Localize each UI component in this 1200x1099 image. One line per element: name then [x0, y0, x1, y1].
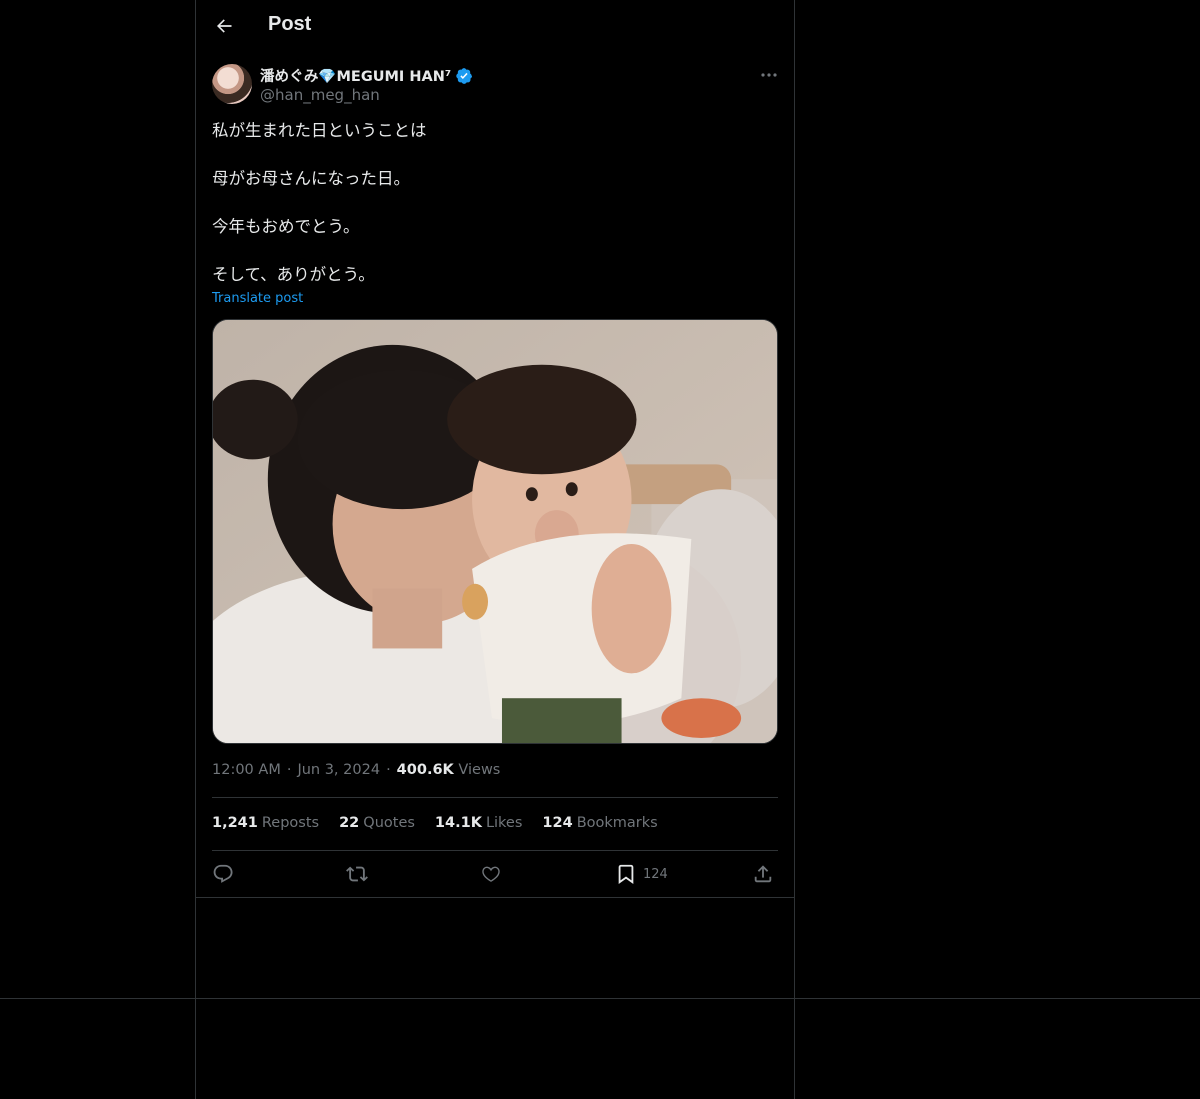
author-name-row[interactable]: 潘めぐみ💎MEGUMI HAN⁷: [260, 65, 473, 86]
author-handle[interactable]: @han_meg_han: [260, 86, 380, 104]
bookmark-icon: [618, 864, 634, 884]
tweet-line: 今年もおめでとう。: [212, 217, 360, 236]
quotes-label: Quotes: [363, 815, 415, 831]
photo-image: [213, 320, 777, 743]
tweet-line: 母がお母さんになった日。: [212, 169, 410, 188]
engagement-stats: 1,241 Reposts 22 Quotes 14.1K Likes 124 Book…: [212, 815, 658, 831]
tweet-time[interactable]: 12:00 AM: [212, 762, 281, 778]
more-dots-icon: [761, 73, 777, 77]
likes-count: 14.1K: [434, 815, 482, 831]
tweet-date[interactable]: Jun 3, 2024: [297, 762, 380, 778]
translate-post-link[interactable]: Translate post: [212, 291, 303, 306]
author-display-name: 潘めぐみ💎MEGUMI HAN⁷: [260, 69, 452, 85]
verified-badge-icon: [455, 67, 473, 85]
post-bottom-border: [196, 897, 794, 898]
post-header: Post: [196, 0, 794, 55]
tweet-photo[interactable]: [212, 319, 778, 744]
meta-separator: ·: [386, 762, 391, 778]
repost-button[interactable]: [346, 862, 368, 886]
reposts-label: Reposts: [261, 815, 320, 831]
share-icon: [754, 865, 772, 883]
views-label: Views: [458, 762, 501, 778]
arrow-left-icon: [217, 19, 232, 33]
reposts-count: 1,241: [212, 815, 258, 831]
divider: [212, 797, 778, 798]
avatar[interactable]: [212, 64, 252, 104]
back-button[interactable]: [210, 12, 238, 40]
bookmark-button[interactable]: 124: [615, 862, 668, 886]
bookmark-count: 124: [643, 866, 668, 882]
tweet-line: 私が生まれた日ということは: [212, 121, 427, 140]
quotes-stat[interactable]: 22 Quotes: [339, 815, 415, 831]
repost-icon: [346, 866, 368, 882]
action-bar: 124: [212, 862, 778, 886]
divider: [212, 850, 778, 851]
reply-icon: [213, 864, 233, 883]
bookmarks-count: 124: [542, 815, 573, 831]
heart-icon: [482, 866, 500, 882]
like-button[interactable]: [480, 862, 502, 886]
share-button[interactable]: [752, 862, 774, 886]
post-column: Post 潘めぐみ💎MEGUMI HAN⁷ @han_meg_han 私が生まれ…: [195, 0, 795, 1099]
tweet-text: 私が生まれた日ということは 母がお母さんになった日。 今年もおめでとう。 そして…: [212, 119, 778, 287]
tweet-line: そして、ありがとう。: [212, 265, 375, 284]
reply-button[interactable]: [212, 862, 234, 886]
more-options-button[interactable]: [756, 64, 782, 86]
likes-label: Likes: [485, 815, 523, 831]
quotes-count: 22: [339, 815, 360, 831]
bookmarks-label: Bookmarks: [576, 815, 658, 831]
meta-separator: ·: [286, 762, 292, 778]
reposts-stat[interactable]: 1,241 Reposts: [212, 815, 319, 831]
page-title: Post: [268, 13, 312, 35]
bookmarks-stat[interactable]: 124 Bookmarks: [542, 815, 657, 831]
likes-stat[interactable]: 14.1K Likes: [435, 815, 522, 831]
views-count: 400.6K: [396, 762, 454, 778]
tweet-meta: 12:00 AM · Jun 3, 2024 · 400.6K Views: [212, 762, 500, 778]
